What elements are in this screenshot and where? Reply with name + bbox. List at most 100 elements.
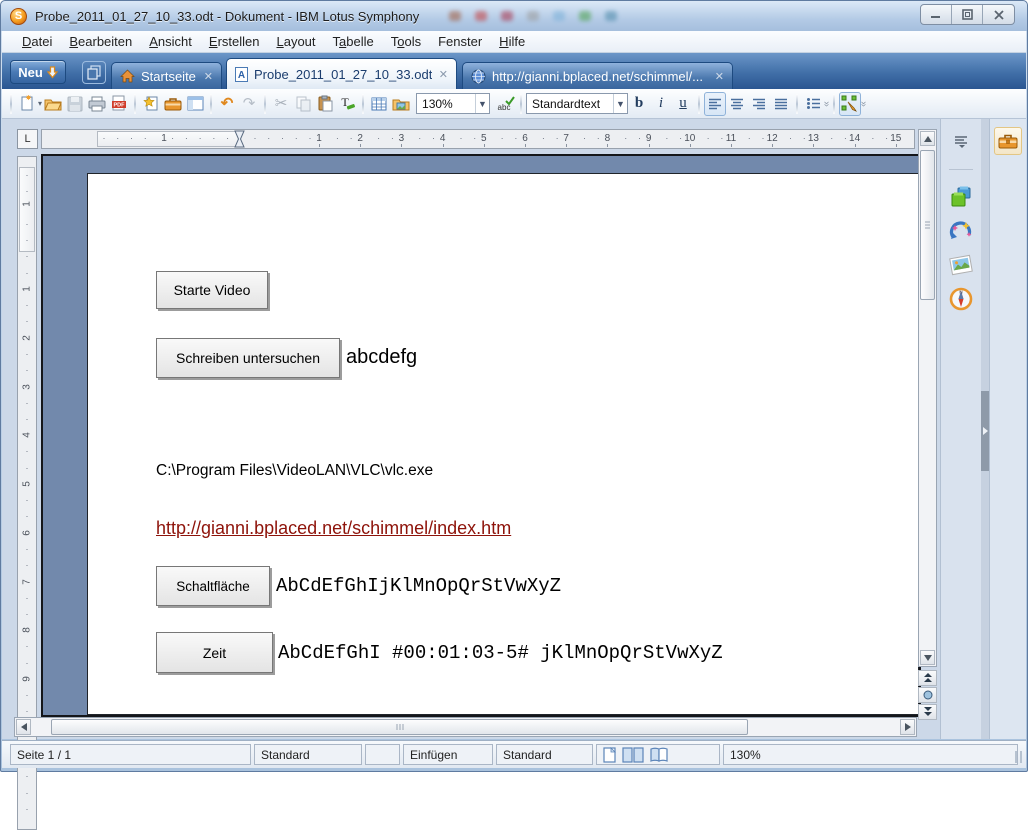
zoom-value: 130% [422,97,453,111]
toolbox-button[interactable] [162,92,184,116]
tab-close-icon[interactable]: ✕ [715,70,724,83]
menu-tabelle[interactable]: Tabelle [333,34,374,49]
minimize-button[interactable] [921,5,952,24]
scroll-left-button[interactable] [16,719,31,735]
new-document-button[interactable] [16,92,38,116]
panel-menu-button[interactable] [948,129,974,155]
compass-button[interactable]: N [948,286,974,312]
menu-ansicht[interactable]: Ansicht [149,34,192,49]
chevron-more-icon[interactable]: » [857,101,868,106]
menu-datei[interactable]: Datei [22,34,52,49]
indent-marker-icon[interactable] [234,130,245,148]
paragraph-style-combo[interactable]: Standardtext ▼ [526,93,628,114]
spellcheck-button[interactable]: abc [494,92,516,116]
scroll-up-button[interactable] [920,131,935,146]
single-page-view-icon[interactable] [603,747,616,763]
save-icon [67,96,83,112]
print-button[interactable] [86,92,108,116]
resize-grip[interactable] [1014,751,1022,763]
previous-page-button[interactable] [918,670,937,686]
layout-window-button[interactable] [184,92,206,116]
menu-bearbeiten[interactable]: Bearbeiten [69,34,132,49]
photo-gallery-button[interactable] [948,252,974,278]
vertical-scrollbar[interactable] [918,129,937,667]
clip-art-button[interactable] [948,184,974,210]
menu-tools[interactable]: Tools [391,34,421,49]
cut-button[interactable]: ✂ [270,92,292,116]
main-toolbar: ▾ PDF ↶ ↷ ✂ [2,89,1026,119]
ruler-dot: · [212,133,215,143]
new-from-template-button[interactable] [140,92,162,116]
doc-button-schaltflaeche[interactable]: Schaltfläche [156,566,270,606]
button-label: Zeit [203,645,226,661]
bold-button[interactable]: b [628,92,650,116]
align-center-button[interactable] [726,92,748,116]
menu-layout[interactable]: Layout [276,34,315,49]
book-view-icon[interactable] [650,747,668,763]
vertical-scroll-thumb[interactable] [920,150,935,300]
menu-erstellen[interactable]: Erstellen [209,34,260,49]
align-left-button[interactable] [704,92,726,116]
two-page-view-icon[interactable] [622,747,644,763]
tab-webpage[interactable]: http://gianni.bplaced.net/schimmel/... ✕ [462,62,733,89]
ruler-number: 4 [22,432,33,438]
menu-fenster[interactable]: Fenster [438,34,482,49]
undo-button[interactable]: ↶ [216,92,238,116]
status-zoom[interactable]: 130% [723,744,1018,765]
ruler-number: 12 [767,133,778,144]
save-button[interactable] [64,92,86,116]
tab-document[interactable]: A Probe_2011_01_27_10_33.odt ✕ [226,58,457,89]
copy-button[interactable] [292,92,314,116]
zoom-combo[interactable]: 130% ▼ [416,93,490,114]
document-page[interactable]: Starte Video Schreiben untersuchen abcde… [87,173,919,715]
align-right-button[interactable] [748,92,770,116]
next-page-button[interactable] [918,704,937,720]
chevron-more-icon[interactable]: » [821,101,832,106]
doc-button-zeit[interactable]: Zeit [156,632,273,673]
paste-button[interactable] [314,92,336,116]
cut-icon: ✂ [275,96,288,111]
close-button[interactable] [983,5,1014,24]
ruler-number: 1 [22,201,33,207]
ruler-dot: · [26,788,29,798]
duplicate-tab-button[interactable] [82,61,106,84]
underline-button[interactable]: u [672,92,694,116]
pdf-export-button[interactable]: PDF [108,92,130,116]
horizontal-scrollbar[interactable] [14,717,917,737]
doc-button-schreiben-untersuchen[interactable]: Schreiben untersuchen [156,338,340,378]
redo-button[interactable]: ↷ [238,92,260,116]
status-insert-mode[interactable]: Einfügen [403,744,493,765]
doc-button-starte-video[interactable]: Starte Video [156,271,268,309]
tab-close-icon[interactable]: ✕ [439,68,448,81]
align-justify-button[interactable] [770,92,792,116]
tab-label: Startseite [141,69,196,84]
horizontal-scroll-thumb[interactable] [51,719,748,735]
tab-close-icon[interactable]: ✕ [204,70,213,83]
splitter-handle[interactable] [981,391,989,471]
menu-hilfe[interactable]: Hilfe [499,34,525,49]
tab-startseite[interactable]: Startseite ✕ [111,62,222,89]
wizard-button[interactable] [948,218,974,244]
paste-icon [318,95,333,112]
caret-down-icon[interactable]: ▼ [613,94,627,113]
content-region: L 1123456789101112131415················… [2,119,1026,739]
table-button[interactable] [368,92,390,116]
ruler-dot: · [789,133,792,143]
new-button[interactable]: Neu [10,60,66,84]
ruler-number: 13 [808,133,819,144]
ruler-dot: · [885,133,888,143]
open-button[interactable] [42,92,64,116]
caret-down-icon[interactable]: ▼ [475,94,489,113]
ruler-number: 3 [22,384,33,390]
toolbox-panel-button[interactable] [994,127,1022,155]
scroll-down-button[interactable] [920,650,935,665]
ruler-number: 1 [316,133,322,144]
italic-button[interactable]: i [650,92,672,116]
restore-button[interactable] [952,5,983,24]
gallery-button[interactable] [390,92,412,116]
panel-splitter[interactable] [981,119,989,739]
format-brush-button[interactable]: T [336,92,358,116]
scroll-right-button[interactable] [900,719,915,735]
navigation-button[interactable] [918,687,937,703]
doc-hyperlink[interactable]: http://gianni.bplaced.net/schimmel/index… [156,518,511,539]
